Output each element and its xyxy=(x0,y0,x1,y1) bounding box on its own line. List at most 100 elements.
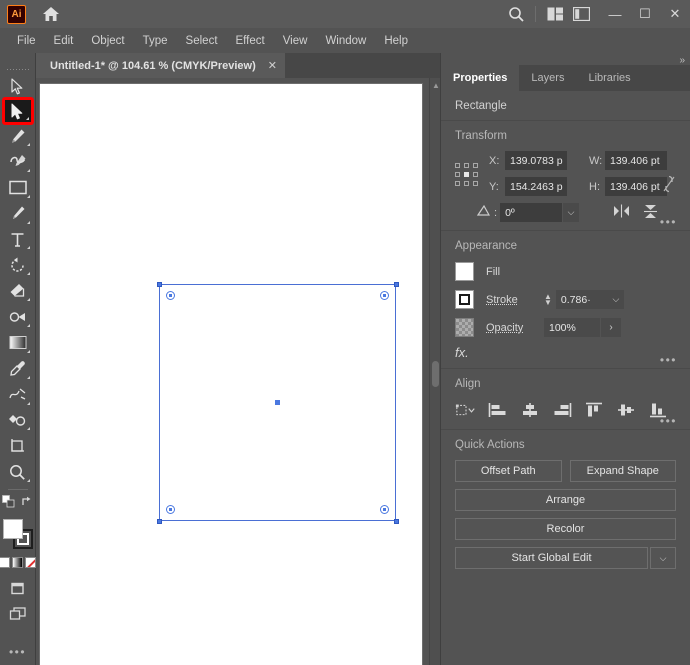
opacity-input[interactable]: 100% xyxy=(544,318,600,337)
workspace-switcher-icon[interactable] xyxy=(568,1,594,27)
scroll-up-arrow-icon[interactable]: ▲ xyxy=(432,81,440,90)
stroke-weight-dropdown[interactable]: ⌵ xyxy=(607,290,624,309)
w-input[interactable]: 139.406 pt xyxy=(605,151,667,170)
menu-type[interactable]: Type xyxy=(134,32,177,50)
tab-layers[interactable]: Layers xyxy=(519,65,576,91)
align-top-icon[interactable] xyxy=(583,399,605,421)
opacity-swatch[interactable] xyxy=(455,318,474,337)
width-tool[interactable] xyxy=(3,304,33,330)
artboard-tool[interactable] xyxy=(3,433,33,459)
blend-tool[interactable] xyxy=(3,382,33,408)
fill-swatch[interactable] xyxy=(455,262,474,281)
flip-vertical-icon[interactable] xyxy=(643,204,658,222)
opacity-label[interactable]: Opacity xyxy=(486,322,544,334)
constrain-proportions-icon[interactable] xyxy=(660,173,678,195)
opacity-options-arrow[interactable]: › xyxy=(601,318,621,337)
change-screen-mode-icon[interactable] xyxy=(3,576,33,602)
minimize-button[interactable]: — xyxy=(600,1,630,27)
gradient-tool[interactable] xyxy=(3,330,33,356)
maximize-button[interactable]: ☐ xyxy=(630,1,660,27)
align-to-selection-icon[interactable] xyxy=(455,399,477,421)
spinner-down-icon[interactable]: ▼ xyxy=(544,298,552,306)
canvas-vertical-scrollbar[interactable]: ▲ xyxy=(429,78,440,665)
appearance-more-options[interactable]: ••• xyxy=(660,354,677,366)
stroke-label[interactable]: Stroke xyxy=(486,294,544,306)
type-tool[interactable] xyxy=(3,227,33,253)
offset-path-button[interactable]: Offset Path xyxy=(455,460,562,482)
eraser-tool[interactable] xyxy=(3,278,33,304)
menu-help[interactable]: Help xyxy=(375,32,417,50)
edit-toolbar-icon[interactable] xyxy=(3,601,33,627)
refpoint-cell[interactable] xyxy=(455,172,460,177)
panel-expand-icon[interactable]: » xyxy=(679,55,685,66)
menu-effect[interactable]: Effect xyxy=(227,32,274,50)
reference-point-widget[interactable] xyxy=(455,163,481,189)
arrange-documents-icon[interactable] xyxy=(542,1,568,27)
fx-button[interactable]: fx. xyxy=(455,345,676,360)
refpoint-cell-selected[interactable] xyxy=(464,172,469,177)
tab-properties[interactable]: Properties xyxy=(441,65,520,91)
stroke-swatch[interactable] xyxy=(455,290,474,309)
shape-builder-tool[interactable] xyxy=(3,408,33,434)
none-swatch-icon[interactable] xyxy=(25,556,36,568)
global-edit-dropdown[interactable]: ⌵ xyxy=(650,547,676,569)
scrollbar-thumb[interactable] xyxy=(432,361,439,387)
transform-more-options[interactable]: ••• xyxy=(660,216,677,228)
live-corner-widget-bottom-right[interactable] xyxy=(380,505,389,514)
x-input[interactable]: 139.0783 p xyxy=(505,151,567,170)
live-corner-widget-top-left[interactable] xyxy=(166,291,175,300)
h-input[interactable]: 139.406 pt xyxy=(605,177,667,196)
refpoint-cell[interactable] xyxy=(464,163,469,168)
align-horizontal-center-icon[interactable] xyxy=(519,399,541,421)
eyedropper-tool[interactable] xyxy=(3,356,33,382)
y-input[interactable]: 154.2463 p xyxy=(505,177,567,196)
live-corner-widget-bottom-left[interactable] xyxy=(166,505,175,514)
close-icon[interactable]: ✕ xyxy=(268,59,277,72)
refpoint-cell[interactable] xyxy=(473,163,478,168)
more-tools-button[interactable]: ••• xyxy=(3,639,33,665)
arrange-button[interactable]: Arrange xyxy=(455,489,676,511)
selection-tool[interactable] xyxy=(3,73,33,99)
canvas-area[interactable]: ▲ xyxy=(36,78,440,665)
recolor-button[interactable]: Recolor xyxy=(455,518,676,540)
gradient-swatch-icon[interactable] xyxy=(12,556,23,568)
zoom-tool[interactable] xyxy=(3,459,33,485)
align-right-icon[interactable] xyxy=(551,399,573,421)
stroke-weight-input[interactable]: 0.786· xyxy=(555,290,608,309)
refpoint-cell[interactable] xyxy=(473,181,478,186)
search-icon[interactable] xyxy=(503,1,529,27)
artboard[interactable] xyxy=(40,84,422,665)
align-left-icon[interactable] xyxy=(487,399,509,421)
tab-libraries[interactable]: Libraries xyxy=(576,65,642,91)
menu-edit[interactable]: Edit xyxy=(45,32,83,50)
pen-tool[interactable] xyxy=(3,123,33,149)
refpoint-cell[interactable] xyxy=(455,181,460,186)
start-global-edit-button[interactable]: Start Global Edit xyxy=(455,547,648,569)
home-icon[interactable] xyxy=(41,4,61,24)
menu-file[interactable]: File xyxy=(8,32,45,50)
refpoint-cell[interactable] xyxy=(473,172,478,177)
angle-dropdown-caret[interactable]: ⌵ xyxy=(563,203,580,222)
anchor-point-top-left[interactable] xyxy=(156,281,162,287)
expand-shape-button[interactable]: Expand Shape xyxy=(569,460,676,482)
align-vertical-center-icon[interactable] xyxy=(615,399,637,421)
refpoint-cell[interactable] xyxy=(464,181,469,186)
rectangle-tool[interactable] xyxy=(3,175,33,201)
anchor-point-bottom-left[interactable] xyxy=(156,518,162,524)
rotate-tool[interactable] xyxy=(3,252,33,278)
default-fill-stroke-icon[interactable] xyxy=(2,495,15,511)
flip-horizontal-icon[interactable] xyxy=(613,204,630,222)
live-corner-widget-top-right[interactable] xyxy=(380,291,389,300)
toolbar-grip[interactable] xyxy=(6,65,29,74)
fill-swatch-tool[interactable] xyxy=(2,518,23,539)
anchor-point-bottom-right[interactable] xyxy=(393,518,399,524)
menu-object[interactable]: Object xyxy=(82,32,133,50)
document-tab[interactable]: Untitled-1* @ 104.61 % (CMYK/Preview) ✕ xyxy=(36,53,285,78)
angle-input[interactable]: 0º xyxy=(500,203,563,222)
refpoint-cell[interactable] xyxy=(455,163,460,168)
align-more-options[interactable]: ••• xyxy=(660,415,677,427)
close-button[interactable]: ✕ xyxy=(660,1,690,27)
color-swatch-icon[interactable] xyxy=(0,556,10,568)
menu-window[interactable]: Window xyxy=(316,32,375,50)
menu-view[interactable]: View xyxy=(274,32,317,50)
